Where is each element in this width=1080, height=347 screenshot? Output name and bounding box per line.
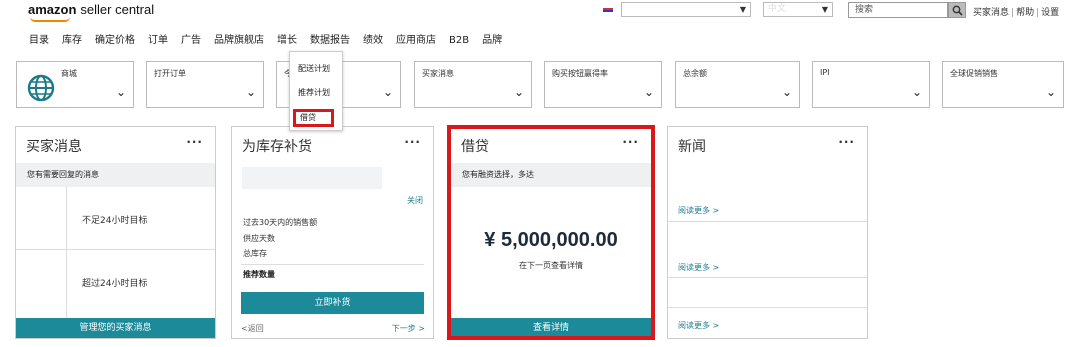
loan-amount: ¥ 5,000,000.00 <box>484 229 618 251</box>
card-buyer-messages: 买家消息 ··· 您有需要回复的消息 不足24小时目标 超过24小时目标 管理您… <box>15 126 216 339</box>
nav-growth[interactable]: 增长 <box>277 35 297 46</box>
top-link-buyer-messages[interactable]: 买家消息 <box>973 8 1009 18</box>
filter-total-balance[interactable]: 总余额 ⌄ <box>675 61 800 108</box>
filter-label: 全球促销销售 <box>950 69 998 78</box>
filter-label: 打开订单 <box>154 69 186 78</box>
nav-catalog[interactable]: 目录 <box>29 35 49 46</box>
card-title: 为库存补货 <box>242 139 312 155</box>
menu-item-fulfillment-plan[interactable]: 配送计划 <box>298 63 330 74</box>
back-link[interactable]: <返回 <box>241 323 264 334</box>
flag-icon <box>603 8 613 12</box>
nav-performance[interactable]: 绩效 <box>363 35 383 46</box>
nav-appstore[interactable]: 应用商店 <box>396 35 436 46</box>
chevron-down-icon: ⌄ <box>245 85 256 99</box>
language-select-value: 中文 <box>768 4 787 14</box>
search-button[interactable] <box>948 2 966 18</box>
language-select[interactable]: 中文 ▼ <box>763 2 833 17</box>
messages-over-24h[interactable]: 超过24小时目标 <box>82 276 147 289</box>
chevron-down-icon: ⌄ <box>513 85 524 99</box>
logo-sub: seller central <box>80 2 155 17</box>
chevron-down-icon: ⌄ <box>115 85 126 99</box>
recommended-quantity-label: 推荐数量 <box>243 270 275 279</box>
card-title: 新闻 <box>678 139 706 155</box>
top-link-help[interactable]: 帮助 <box>1016 8 1034 18</box>
nav-b2b[interactable]: B2B <box>449 35 469 46</box>
filter-label: IPI <box>820 68 830 77</box>
filter-buybox-win-rate[interactable]: 购买按钮赢得率 ⌄ <box>544 61 662 108</box>
days-of-supply-label: 供应天数 <box>243 234 275 243</box>
nav-inventory[interactable]: 库存 <box>62 35 82 46</box>
chevron-down-icon: ⌄ <box>1045 85 1056 99</box>
filter-marketplace[interactable]: 商城 ⌄ <box>16 61 134 108</box>
manage-buyer-messages-button[interactable]: 管理您的买家消息 <box>16 318 215 338</box>
filter-ipi[interactable]: IPI ⌄ <box>812 61 930 108</box>
filter-label: 购买按钮赢得率 <box>552 69 608 78</box>
card-title: 买家消息 <box>26 139 82 155</box>
read-more-link[interactable]: 阅读更多 > <box>678 205 719 216</box>
view-details-button[interactable]: 查看详情 <box>451 318 651 338</box>
more-options-icon[interactable]: ··· <box>838 135 855 149</box>
search-icon <box>952 5 963 16</box>
menu-item-referral-plan[interactable]: 推荐计划 <box>298 87 330 98</box>
loan-details-note: 在下一页查看详情 <box>519 261 583 270</box>
nav-reports[interactable]: 数据报告 <box>310 35 350 46</box>
chevron-down-icon: ⌄ <box>382 85 393 99</box>
card-title: 借贷 <box>461 139 489 155</box>
close-link[interactable]: 关闭 <box>407 195 423 206</box>
chevron-down-icon: ⌄ <box>781 85 792 99</box>
next-link[interactable]: 下一步 > <box>392 323 425 334</box>
top-links: 买家消息 | 帮助 | 设置 <box>973 8 1060 18</box>
read-more-link[interactable]: 阅读更多 > <box>678 262 719 273</box>
globe-icon <box>27 74 55 102</box>
chevron-down-icon: ▼ <box>821 5 828 14</box>
card-lending: 借贷 ··· 您有融资选择，多达 ¥ 5,000,000.00 在下一页查看详情… <box>450 126 652 339</box>
nav-orders[interactable]: 订单 <box>148 35 168 46</box>
total-inventory-label: 总库存 <box>243 249 267 258</box>
read-more-link[interactable]: 阅读更多 > <box>678 320 719 331</box>
more-options-icon[interactable]: ··· <box>186 135 203 149</box>
card-subtitle: 您有需要回复的消息 <box>16 163 215 187</box>
card-news: 新闻 ··· 阅读更多 > 阅读更多 > 阅读更多 > <box>667 126 868 339</box>
filter-label: 总余额 <box>683 69 707 78</box>
logo-brand: amazon <box>28 2 77 17</box>
marketplace-select[interactable]: ▼ <box>621 2 751 17</box>
more-options-icon[interactable]: ··· <box>404 135 421 149</box>
nav-stores[interactable]: 品牌旗舰店 <box>214 35 264 46</box>
nav-brands[interactable]: 品牌 <box>482 35 502 46</box>
card-subtitle: 您有融资选择，多达 <box>451 163 651 187</box>
chevron-down-icon: ⌄ <box>643 85 654 99</box>
filter-label: 商城 <box>61 69 77 78</box>
nav-pricing[interactable]: 确定价格 <box>95 35 135 46</box>
filter-open-orders[interactable]: 打开订单 ⌄ <box>146 61 264 108</box>
messages-under-24h[interactable]: 不足24小时目标 <box>82 213 147 226</box>
nav-advertising[interactable]: 广告 <box>181 35 201 46</box>
filter-label: 买家消息 <box>422 69 454 78</box>
chevron-down-icon: ▼ <box>739 5 746 14</box>
search-input[interactable]: 搜索 <box>848 2 948 18</box>
amazon-seller-central-logo[interactable]: amazon seller central <box>28 2 155 22</box>
filter-global-promotions[interactable]: 全球促销销售 ⌄ <box>942 61 1064 108</box>
sales-30-days-label: 过去30天内的销售额 <box>243 218 318 227</box>
smile-icon <box>30 17 70 22</box>
main-nav: 目录 库存 确定价格 订单 广告 品牌旗舰店 增长 数据报告 绩效 应用商店 B2B 品牌 <box>29 31 515 46</box>
menu-item-lending[interactable]: 借贷 <box>293 109 334 127</box>
restock-now-button[interactable]: 立即补货 <box>241 292 424 314</box>
top-link-settings[interactable]: 设置 <box>1041 8 1059 18</box>
filter-buyer-messages[interactable]: 买家消息 ⌄ <box>414 61 532 108</box>
more-options-icon[interactable]: ··· <box>622 135 639 149</box>
growth-dropdown-menu: 配送计划 推荐计划 借贷 <box>289 51 343 131</box>
card-restock-inventory: 为库存补货 ··· 关闭 过去30天内的销售额 供应天数 总库存 推荐数量 立即… <box>231 126 434 339</box>
chevron-down-icon: ⌄ <box>911 85 922 99</box>
